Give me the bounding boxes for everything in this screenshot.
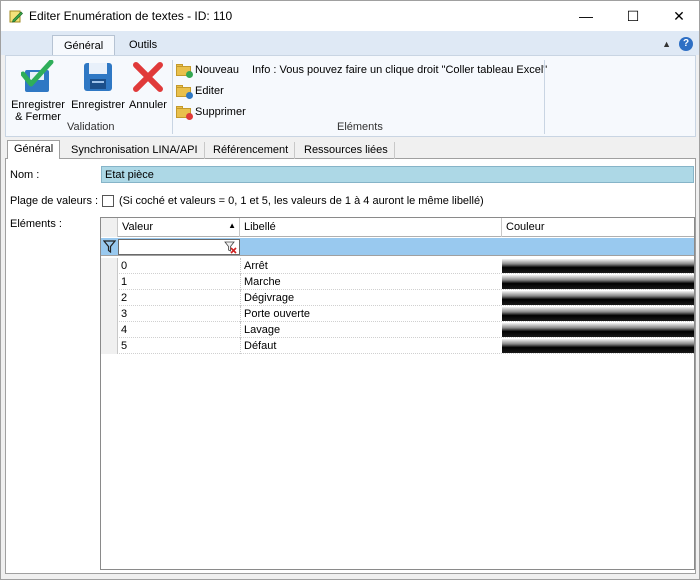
close-button[interactable]: ✕: [656, 1, 700, 31]
table-row[interactable]: 0 Arrêt: [101, 258, 694, 274]
column-header-valeur[interactable]: Valeur ▲: [118, 218, 240, 237]
tab-referencement[interactable]: Référencement: [207, 142, 296, 159]
delete-element-button[interactable]: Supprimer: [176, 103, 246, 121]
plage-checkbox[interactable]: [102, 195, 114, 207]
plage-label: Plage de valeurs :: [10, 195, 99, 207]
cell-libelle: Lavage: [244, 324, 281, 336]
edit-label: Editer: [195, 85, 224, 97]
window-title: Editer Enumération de textes - ID: 110: [29, 9, 233, 23]
ribbon-tab-general[interactable]: Général: [52, 35, 116, 56]
row-indicator[interactable]: [101, 322, 118, 338]
grid-header: Valeur ▲ Libellé Couleur: [101, 218, 694, 237]
ribbon-tab-outils[interactable]: Outils: [118, 35, 168, 56]
edit-pencil-icon: [9, 10, 23, 23]
elements-grid[interactable]: Valeur ▲ Libellé Couleur 0 Arrêt 1 March…: [100, 217, 695, 570]
floppy-disk-icon: [84, 63, 112, 91]
cell-couleur-swatch[interactable]: [502, 275, 694, 289]
minimize-button[interactable]: —: [563, 1, 609, 31]
cell-couleur-swatch[interactable]: [502, 291, 694, 305]
editor-window: Editer Enumération de textes - ID: 110 —…: [0, 0, 700, 580]
cell-divider: [240, 258, 241, 274]
filter-funnel-icon[interactable]: [103, 240, 116, 253]
collapse-ribbon-icon[interactable]: ▲: [662, 39, 671, 49]
table-row[interactable]: 4 Lavage: [101, 322, 694, 338]
filter-row: [101, 238, 694, 256]
save-and-close-button[interactable]: Enregistrer & Fermer: [10, 59, 66, 123]
folder-delete-icon: [176, 106, 193, 120]
cell-libelle: Porte ouverte: [244, 308, 311, 320]
ribbon-body: Enregistrer & Fermer Enregistrer Annuler…: [5, 55, 696, 137]
cell-libelle: Défaut: [244, 340, 277, 352]
header-indicator-cell: [101, 218, 118, 237]
nom-input[interactable]: [101, 166, 694, 183]
table-row[interactable]: 5 Défaut: [101, 338, 694, 354]
cell-valeur: 2: [121, 292, 128, 304]
save-close-label-line1: Enregistrer: [11, 99, 65, 111]
maximize-button[interactable]: ☐: [610, 1, 656, 31]
cell-couleur-swatch[interactable]: [502, 307, 694, 321]
cancel-label: Annuler: [129, 99, 167, 111]
title-bar: Editer Enumération de textes - ID: 110 —…: [1, 1, 699, 31]
save-check-icon: [20, 59, 54, 92]
cell-divider: [240, 338, 241, 354]
row-indicator[interactable]: [101, 274, 118, 290]
tab-synchronisation[interactable]: Synchronisation LINA/API: [65, 142, 205, 159]
cell-couleur-swatch[interactable]: [502, 259, 694, 273]
nom-label: Nom :: [10, 169, 40, 181]
cell-divider: [240, 306, 241, 322]
folder-edit-icon: [176, 85, 193, 99]
paste-info-text: Info : Vous pouvez faire un clique droit…: [252, 64, 548, 76]
cancel-x-icon: [133, 62, 163, 92]
table-row[interactable]: 1 Marche: [101, 274, 694, 290]
save-button[interactable]: Enregistrer: [70, 60, 126, 111]
cell-valeur: 0: [121, 260, 128, 272]
save-label: Enregistrer: [71, 99, 125, 111]
row-indicator[interactable]: [101, 306, 118, 322]
cell-couleur-swatch[interactable]: [502, 339, 694, 353]
column-header-libelle[interactable]: Libellé: [240, 218, 502, 237]
sort-ascending-icon: ▲: [228, 221, 236, 230]
tab-general[interactable]: Général: [7, 140, 61, 160]
general-tab-panel: Nom : Plage de valeurs : (Si coché et va…: [5, 159, 696, 574]
folder-add-icon: [176, 64, 193, 78]
elements-label: Eléments :: [10, 218, 62, 230]
row-indicator[interactable]: [101, 338, 118, 354]
content-tab-bar: Général Synchronisation LINA/API Référen…: [5, 140, 696, 160]
column-header-couleur[interactable]: Couleur: [502, 218, 694, 237]
cell-libelle: Arrêt: [244, 260, 268, 272]
row-indicator[interactable]: [101, 290, 118, 306]
ribbon-controls: ▲ ?: [662, 37, 693, 51]
column-header-valeur-label: Valeur: [122, 221, 153, 233]
cell-valeur: 3: [121, 308, 128, 320]
validation-group-label: Validation: [67, 121, 115, 133]
row-indicator[interactable]: [101, 258, 118, 274]
cell-divider: [240, 274, 241, 290]
elements-group-label: Eléments: [337, 121, 383, 133]
ribbon-tab-bar: Général Outils ▲ ?: [1, 31, 699, 56]
delete-label: Supprimer: [195, 106, 246, 118]
cell-valeur: 1: [121, 276, 128, 288]
cell-divider: [240, 290, 241, 306]
cell-libelle: Marche: [244, 276, 281, 288]
cell-valeur: 5: [121, 340, 128, 352]
cell-libelle: Dégivrage: [244, 292, 295, 304]
group-separator: [544, 60, 545, 134]
new-label: Nouveau: [195, 64, 240, 76]
table-row[interactable]: 3 Porte ouverte: [101, 306, 694, 322]
save-close-label-line2: & Fermer: [15, 111, 61, 123]
grid-rows: 0 Arrêt 1 Marche 2 Dégivrage 3 Porte ouv…: [101, 258, 694, 354]
cancel-button[interactable]: Annuler: [128, 60, 168, 111]
tab-ressources-liees[interactable]: Ressources liées: [298, 142, 395, 159]
cell-divider: [240, 322, 241, 338]
valeur-filter-input[interactable]: [118, 239, 240, 255]
cell-valeur: 4: [121, 324, 128, 336]
edit-element-button[interactable]: Editer: [176, 82, 224, 100]
new-element-button[interactable]: Nouveau: [176, 61, 239, 79]
table-row[interactable]: 2 Dégivrage: [101, 290, 694, 306]
plage-hint: (Si coché et valeurs = 0, 1 et 5, les va…: [119, 195, 484, 207]
group-separator: [172, 60, 173, 134]
cell-couleur-swatch[interactable]: [502, 323, 694, 337]
help-icon[interactable]: ?: [679, 37, 693, 51]
clear-filter-icon[interactable]: [224, 241, 237, 254]
